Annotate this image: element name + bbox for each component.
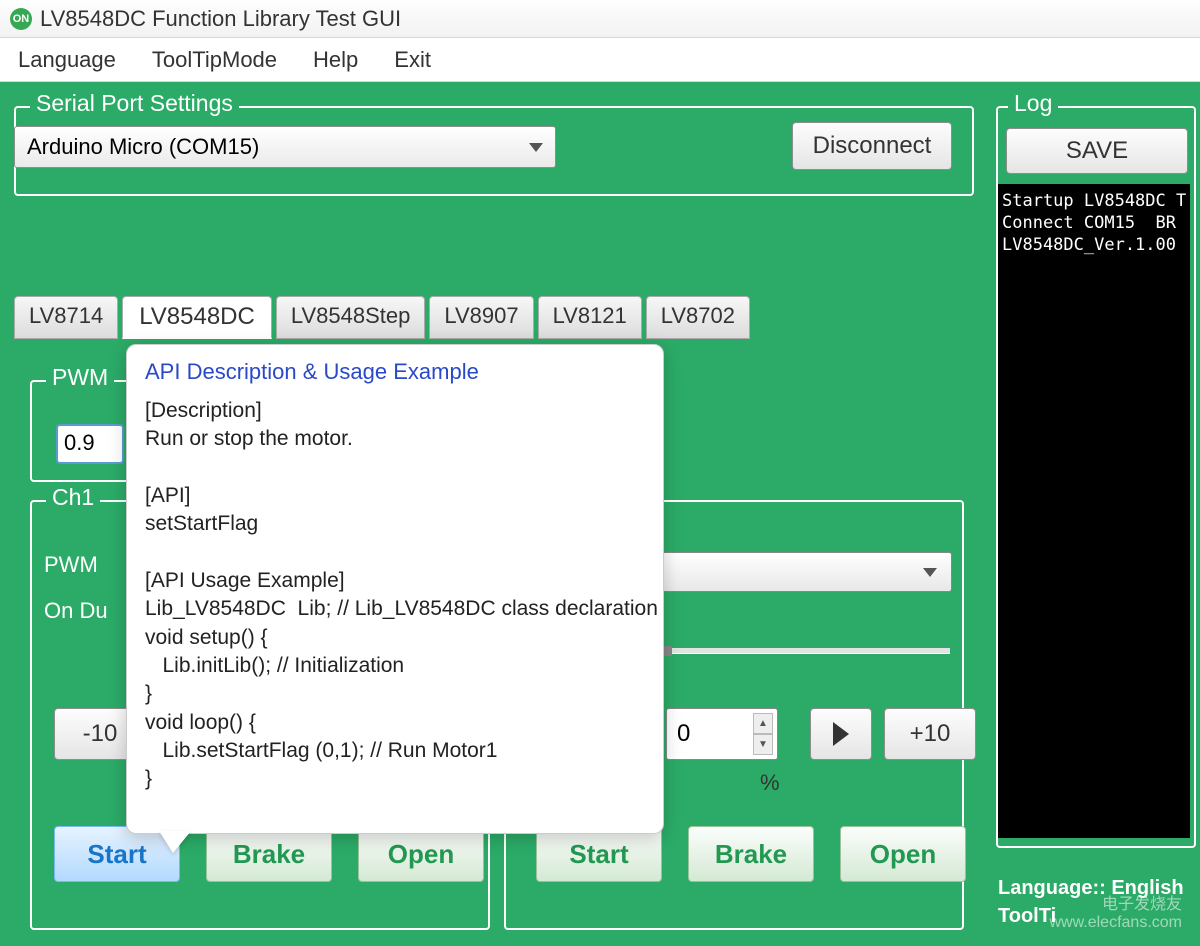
serial-port-title: Serial Port Settings xyxy=(30,90,239,117)
menu-exit[interactable]: Exit xyxy=(394,47,431,73)
api-tooltip: API Description & Usage Example [Descrip… xyxy=(126,344,664,834)
status-tooltip: ToolTi xyxy=(998,902,1184,930)
log-save-button[interactable]: SAVE xyxy=(1006,128,1188,174)
ch1-pwm-label: PWM xyxy=(44,552,98,578)
ch2-action-row: Start Brake Open xyxy=(536,826,966,882)
chevron-down-icon xyxy=(923,568,937,577)
ch2-duty-value[interactable]: 0 ▲▼ xyxy=(666,708,778,760)
window-title: LV8548DC Function Library Test GUI xyxy=(40,6,401,32)
status-bar: Language:: English ToolTi xyxy=(998,874,1184,930)
app-icon: ON xyxy=(10,8,32,30)
ch1-title: Ch1 xyxy=(46,484,100,511)
menu-help[interactable]: Help xyxy=(313,47,358,73)
spin-updown-icon[interactable]: ▲▼ xyxy=(753,713,773,755)
serial-port-combo[interactable]: Arduino Micro (COM15) xyxy=(14,126,556,168)
menubar: Language ToolTipMode Help Exit xyxy=(0,38,1200,82)
log-title: Log xyxy=(1008,90,1058,117)
tooltip-heading: API Description & Usage Example xyxy=(145,359,645,385)
tab-lv8907[interactable]: LV8907 xyxy=(429,296,533,339)
disconnect-button[interactable]: Disconnect xyxy=(792,122,952,170)
tab-lv8548dc[interactable]: LV8548DC xyxy=(122,296,272,339)
chevron-down-icon xyxy=(529,143,543,152)
window-titlebar: ON LV8548DC Function Library Test GUI xyxy=(0,0,1200,38)
tab-lv8121[interactable]: LV8121 xyxy=(538,296,642,339)
serial-port-value: Arduino Micro (COM15) xyxy=(27,134,259,160)
log-output: Startup LV8548DC T Connect COM15 BR LV85… xyxy=(998,184,1190,838)
tab-lv8702[interactable]: LV8702 xyxy=(646,296,750,339)
pwm-title: PWM xyxy=(46,364,114,391)
ch2-open-button[interactable]: Open xyxy=(840,826,966,882)
tab-lv8714[interactable]: LV8714 xyxy=(14,296,118,339)
tooltip-body: [Description] Run or stop the motor. [AP… xyxy=(145,397,645,794)
ch2-play-button[interactable] xyxy=(810,708,872,760)
pwm-value-input[interactable]: 0.9 xyxy=(56,424,124,464)
ch2-brake-button[interactable]: Brake xyxy=(688,826,814,882)
play-icon xyxy=(833,722,849,746)
ch2-duty-slider[interactable] xyxy=(660,648,950,654)
menu-tooltipmode[interactable]: ToolTipMode xyxy=(152,47,277,73)
ch1-brake-button[interactable]: Brake xyxy=(206,826,332,882)
ch1-action-row: Start Brake Open xyxy=(54,826,484,882)
ch2-plus10-button[interactable]: +10 xyxy=(884,708,976,760)
device-tabs: LV8714 LV8548DC LV8548Step LV8907 LV8121… xyxy=(14,296,750,339)
ch1-onduty-label: On Du xyxy=(44,598,108,624)
menu-language[interactable]: Language xyxy=(18,47,116,73)
ch2-start-button[interactable]: Start xyxy=(536,826,662,882)
tab-lv8548step[interactable]: LV8548Step xyxy=(276,296,425,339)
ch1-open-button[interactable]: Open xyxy=(358,826,484,882)
status-language: Language:: English xyxy=(998,874,1184,902)
ch2-percent-label: % xyxy=(760,770,780,796)
